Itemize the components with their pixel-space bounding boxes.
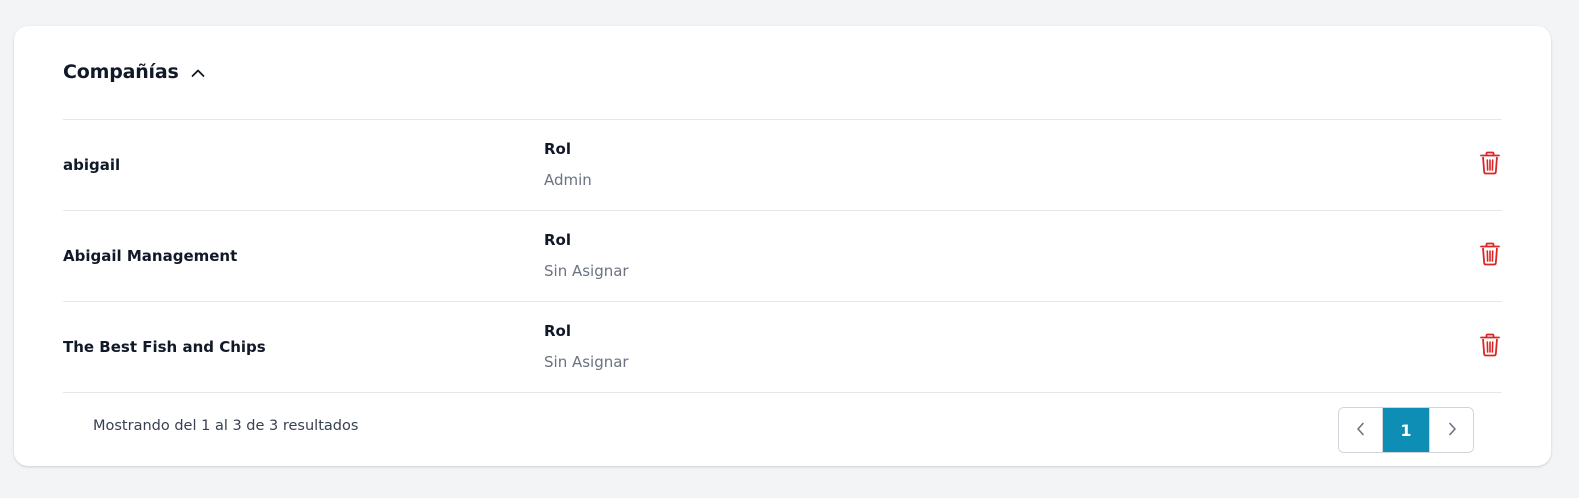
page-button-current[interactable]: 1 xyxy=(1383,408,1429,452)
company-name: The Best Fish and Chips xyxy=(63,338,266,356)
chevron-up-icon xyxy=(191,65,205,79)
companies-section-toggle[interactable]: Compañías xyxy=(63,58,205,86)
list-item: The Best Fish and Chips Rol Sin Asignar xyxy=(63,302,1502,393)
pagination: 1 xyxy=(1338,407,1474,453)
role-label: Rol xyxy=(544,322,571,340)
companies-card: Compañías abigail Rol Admin Abigail Mana… xyxy=(14,26,1551,466)
results-summary: Mostrando del 1 al 3 de 3 resultados xyxy=(93,418,359,434)
role-value: Sin Asignar xyxy=(544,262,629,280)
previous-page-button[interactable] xyxy=(1339,408,1383,452)
list-item: abigail Rol Admin xyxy=(63,120,1502,211)
chevron-right-icon xyxy=(1446,421,1458,440)
chevron-left-icon xyxy=(1355,421,1367,440)
list-item: Abigail Management Rol Sin Asignar xyxy=(63,211,1502,302)
role-label: Rol xyxy=(544,231,571,249)
trash-icon xyxy=(1479,151,1501,179)
role-label: Rol xyxy=(544,140,571,158)
companies-list: abigail Rol Admin Abigail Management Rol… xyxy=(63,120,1502,393)
trash-icon xyxy=(1479,242,1501,270)
delete-button[interactable] xyxy=(1478,333,1502,361)
role-value: Admin xyxy=(544,171,592,189)
role-value: Sin Asignar xyxy=(544,353,629,371)
role-block: Rol Admin xyxy=(544,140,592,189)
delete-button[interactable] xyxy=(1478,242,1502,270)
next-page-button[interactable] xyxy=(1429,408,1473,452)
role-block: Rol Sin Asignar xyxy=(544,322,629,371)
delete-button[interactable] xyxy=(1478,151,1502,179)
role-block: Rol Sin Asignar xyxy=(544,231,629,280)
section-title: Compañías xyxy=(63,61,179,83)
company-name: abigail xyxy=(63,156,121,174)
company-name: Abigail Management xyxy=(63,247,238,265)
trash-icon xyxy=(1479,333,1501,361)
